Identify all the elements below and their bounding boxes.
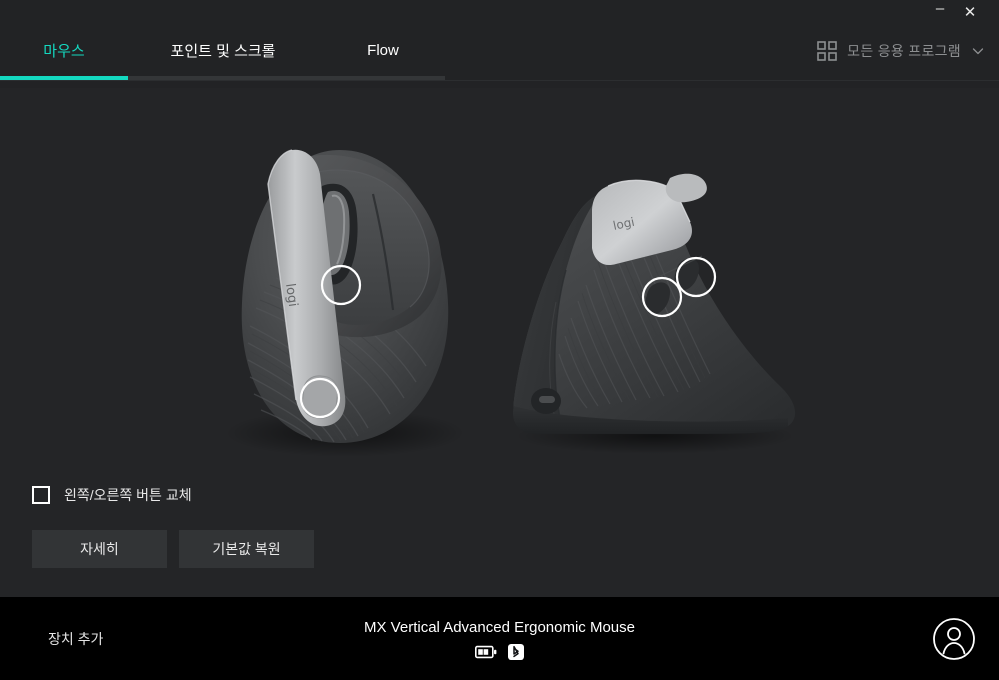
action-button-row: 자세히 기본값 복원 <box>32 530 652 568</box>
grid-icon <box>817 41 837 61</box>
battery-icon[interactable] <box>475 645 497 664</box>
device-badges <box>0 644 999 665</box>
swap-buttons-checkbox[interactable] <box>32 486 50 504</box>
mouse-settings-controls: 왼쪽/오른쪽 버튼 교체 자세히 기본값 복원 <box>32 483 652 568</box>
app-selector[interactable]: 모든 응용 프로그램 <box>817 34 985 68</box>
swap-buttons-checkbox-row[interactable]: 왼쪽/오른쪽 버튼 교체 <box>32 483 652 507</box>
header-divider <box>0 80 999 81</box>
details-button[interactable]: 자세히 <box>32 530 167 568</box>
close-button[interactable]: ✕ <box>955 0 985 24</box>
app-selector-label: 모든 응용 프로그램 <box>847 43 961 59</box>
tab-flow[interactable]: Flow <box>318 24 448 76</box>
device-name: MX Vertical Advanced Ergonomic Mouse <box>364 619 635 636</box>
minimize-button[interactable]: – <box>925 0 955 24</box>
main-content: logi logi 왼쪽/오른쪽 버튼 교체 자세히 기본값 복원 <box>0 88 999 597</box>
header-bar: 마우스 포인트 및 스크롤 Flow 모든 응용 프로그램 <box>0 24 999 88</box>
bluetooth-icon[interactable] <box>508 644 524 665</box>
title-bar: – ✕ <box>0 0 999 24</box>
device-info: MX Vertical Advanced Ergonomic Mouse <box>0 619 999 665</box>
tab-bar: 마우스 포인트 및 스크롤 Flow <box>0 24 448 76</box>
footer-bar: 장치 추가 MX Vertical Advanced Ergonomic Mou… <box>0 597 999 680</box>
logitech-options-window: – ✕ 마우스 포인트 및 스크롤 Flow 모든 응용 프로그램 logi l… <box>0 0 999 680</box>
device-illustration: logi logi <box>0 88 999 470</box>
swap-buttons-label: 왼쪽/오른쪽 버튼 교체 <box>64 487 192 503</box>
restore-defaults-button[interactable]: 기본값 복원 <box>179 530 314 568</box>
tab-mouse[interactable]: 마우스 <box>0 24 128 76</box>
tab-point-and-scroll[interactable]: 포인트 및 스크롤 <box>128 24 318 76</box>
chevron-down-icon <box>971 44 985 58</box>
user-avatar-icon[interactable] <box>932 617 976 661</box>
